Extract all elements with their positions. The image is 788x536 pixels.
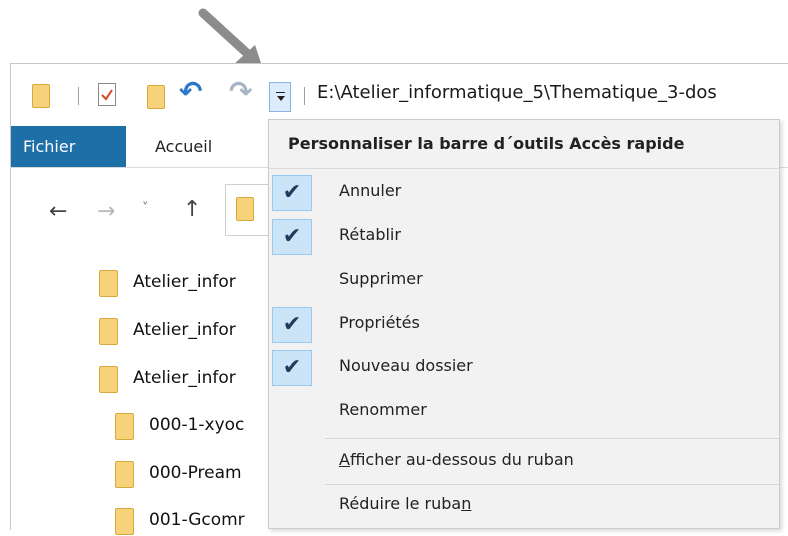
menu-item-label: Propriétés: [339, 313, 420, 332]
tab-accueil[interactable]: Accueil: [155, 126, 212, 167]
tree-item-label: 000-1-xyoc: [149, 415, 245, 435]
menu-item-label: Rétablir: [339, 225, 401, 244]
customize-qat-menu: Personnaliser la barre d´outils Accès ra…: [268, 119, 780, 529]
menu-item-annuler[interactable]: ✔ Annuler: [269, 175, 779, 219]
forward-arrow-icon[interactable]: →: [97, 199, 115, 224]
tree-item-label: Atelier_infor: [133, 272, 236, 292]
quick-access-toolbar: ↶ ↷ E:\Atelier_informatique_5\Thematique…: [11, 64, 788, 126]
tree-item-label: 001-Gcomr: [149, 510, 245, 530]
checkmark-icon: ✔: [272, 350, 312, 386]
tree-item-label: Atelier_infor: [133, 368, 236, 388]
menu-item-label: Annuler: [339, 181, 402, 200]
tab-fichier[interactable]: Fichier: [11, 126, 126, 167]
tree-item-label: 000-Pream: [149, 463, 242, 483]
properties-icon[interactable]: [98, 83, 116, 106]
undo-icon[interactable]: ↶: [179, 78, 202, 106]
menu-item-retablir[interactable]: ✔ Rétablir: [269, 219, 779, 263]
menu-item-afficher-au-dessous[interactable]: Afficher au-dessous du ruban: [269, 444, 779, 488]
new-folder-icon[interactable]: [147, 85, 165, 109]
toolbar-separator: [78, 87, 79, 105]
window-title-path: E:\Atelier_informatique_5\Thematique_3-d…: [317, 82, 717, 103]
menu-item-nouveau-dossier[interactable]: ✔ Nouveau dossier: [269, 350, 779, 394]
folder-icon: [99, 366, 118, 393]
back-arrow-icon[interactable]: ←: [49, 199, 67, 224]
recent-locations-chevron-icon[interactable]: ˅: [142, 201, 149, 216]
folder-icon: [115, 461, 134, 488]
menu-item-label: Renommer: [339, 400, 427, 419]
checkmark-icon: ✔: [272, 307, 312, 343]
folder-icon[interactable]: [32, 84, 50, 108]
checkmark-icon: ✔: [272, 219, 312, 255]
customize-dropdown-button[interactable]: [269, 82, 291, 112]
menu-item-renommer[interactable]: Renommer: [269, 394, 779, 438]
tree-item-label: Atelier_infor: [133, 320, 236, 340]
menu-item-supprimer[interactable]: Supprimer: [269, 263, 779, 307]
menu-item-label: Réduire le ruban: [339, 494, 472, 513]
folder-icon: [115, 508, 134, 535]
menu-item-reduire-ruban[interactable]: Réduire le ruban: [269, 488, 779, 532]
menu-item-label: Nouveau dossier: [339, 356, 473, 375]
menu-item-label: Afficher au-dessous du ruban: [339, 450, 574, 469]
redo-icon[interactable]: ↷: [229, 78, 252, 106]
folder-icon: [99, 318, 118, 345]
folder-icon: [236, 197, 254, 221]
menu-separator: [325, 438, 779, 439]
toolbar-separator: [304, 87, 305, 105]
up-arrow-icon[interactable]: ↑: [183, 197, 201, 222]
checkmark-icon: ✔: [272, 175, 312, 211]
menu-separator: [325, 484, 779, 485]
menu-title: Personnaliser la barre d´outils Accès ra…: [288, 134, 685, 153]
menu-item-label: Supprimer: [339, 269, 423, 288]
menu-item-proprietes[interactable]: ✔ Propriétés: [269, 307, 779, 351]
folder-icon: [115, 413, 134, 440]
menu-header: Personnaliser la barre d´outils Accès ra…: [269, 120, 779, 169]
folder-icon: [99, 270, 118, 297]
